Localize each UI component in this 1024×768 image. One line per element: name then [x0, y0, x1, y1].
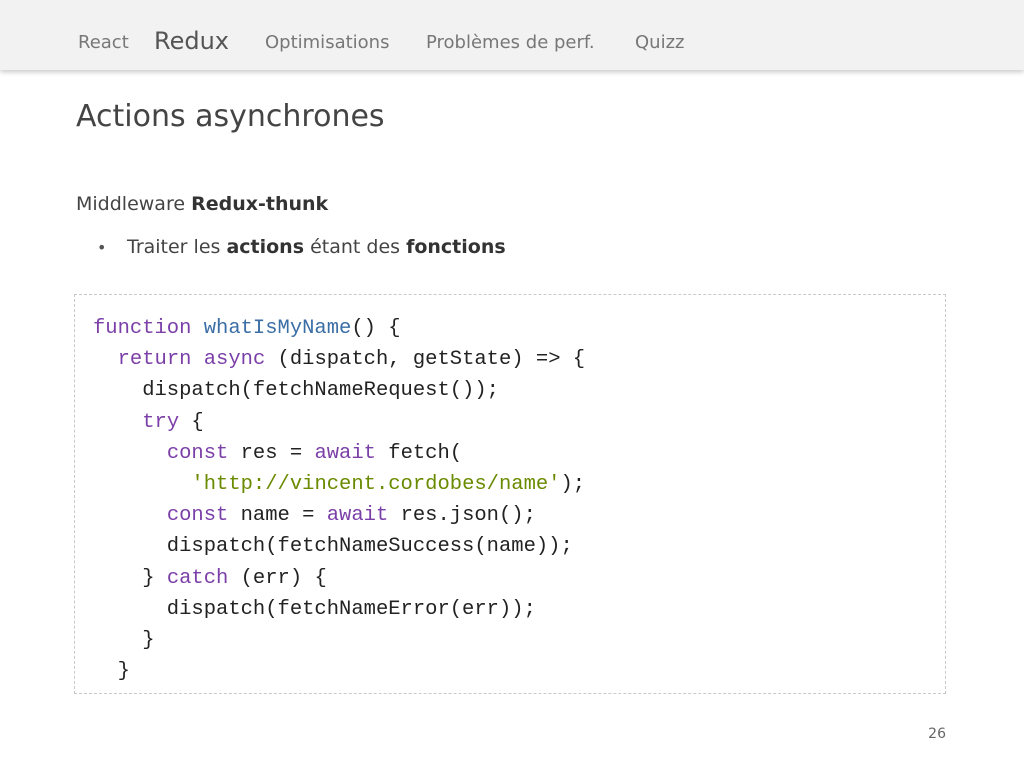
- code-token: const: [166, 504, 229, 528]
- code-token: try: [142, 410, 180, 434]
- code-line: dispatch(fetchNameSuccess(name));: [93, 535, 573, 558]
- code-token: await: [326, 504, 389, 528]
- code-token: 'http://vincent.cordobes/name': [191, 473, 561, 497]
- code-token: dispatch(fetchNameSuccess(name));: [93, 535, 573, 559]
- code-token: (dispatch, getState) => {: [277, 348, 586, 372]
- code-token: }: [93, 566, 167, 590]
- code-line: try {: [93, 411, 204, 434]
- code-token: }: [93, 629, 155, 653]
- code-line: 'http://vincent.cordobes/name');: [93, 473, 585, 496]
- code-token: return: [117, 348, 204, 372]
- nav-item-quizz[interactable]: Quizz: [635, 34, 684, 52]
- code-token: fetch(: [375, 441, 463, 465]
- code-token: await: [314, 441, 376, 465]
- code-line: }: [93, 660, 130, 683]
- code-token: function: [93, 317, 204, 340]
- code-line: function whatIsMyName() {: [93, 317, 401, 340]
- code-token: catch: [166, 566, 229, 590]
- code-token: whatIsMyName: [203, 317, 352, 340]
- code-block: function whatIsMyName() { return async (…: [93, 313, 585, 687]
- code-token: (err) {: [228, 566, 327, 590]
- code-line: }: [93, 629, 155, 653]
- slide-title: Actions asynchrones: [76, 99, 385, 134]
- nav-item-optimisations[interactable]: Optimisations: [265, 34, 389, 52]
- code-line: const name = await res.json();: [93, 504, 536, 527]
- code-token: }: [93, 660, 130, 684]
- code-token: async: [203, 348, 278, 372]
- section-nav-bar: React Redux Optimisations Problèmes de p…: [0, 0, 1024, 70]
- intro-prefix: Middleware: [76, 193, 192, 215]
- code-token: const: [166, 441, 229, 465]
- bullet-item: Traiter les actions étant des fonctions: [127, 235, 506, 259]
- code-line: } catch (err) {: [93, 567, 327, 590]
- code-token: );: [560, 473, 586, 497]
- nav-item-react[interactable]: React: [78, 34, 129, 52]
- code-line: dispatch(fetchNameRequest());: [93, 379, 499, 402]
- bullet-dot-icon: •: [97, 238, 107, 257]
- bullet-bold-fonctions: fonctions: [406, 236, 506, 258]
- bullet-bold-actions: actions: [226, 236, 305, 258]
- code-line: const res = await fetch(: [93, 442, 462, 465]
- code-token: res.json();: [388, 504, 536, 528]
- intro-bold-redux-thunk: Redux-thunk: [191, 193, 329, 215]
- bullet-text-2: étant des: [304, 236, 407, 258]
- code-token: () {: [351, 317, 401, 340]
- code-token: {: [179, 410, 204, 434]
- nav-item-redux[interactable]: Redux: [154, 29, 229, 53]
- code-token: name =: [228, 504, 327, 528]
- code-token: dispatch(fetchNameRequest());: [93, 379, 499, 403]
- bullet-text-1: Traiter les: [127, 236, 227, 258]
- nav-item-problemes-de-perf[interactable]: Problèmes de perf.: [426, 34, 595, 52]
- intro-text: Middleware Redux-thunk: [76, 192, 328, 216]
- code-token: res =: [228, 441, 315, 465]
- page-number: 26: [928, 726, 946, 742]
- slide: React Redux Optimisations Problèmes de p…: [0, 0, 1024, 768]
- code-line: return async (dispatch, getState) => {: [93, 348, 586, 372]
- code-token: dispatch(fetchNameError(err));: [93, 597, 536, 621]
- code-line: dispatch(fetchNameError(err));: [93, 598, 536, 621]
